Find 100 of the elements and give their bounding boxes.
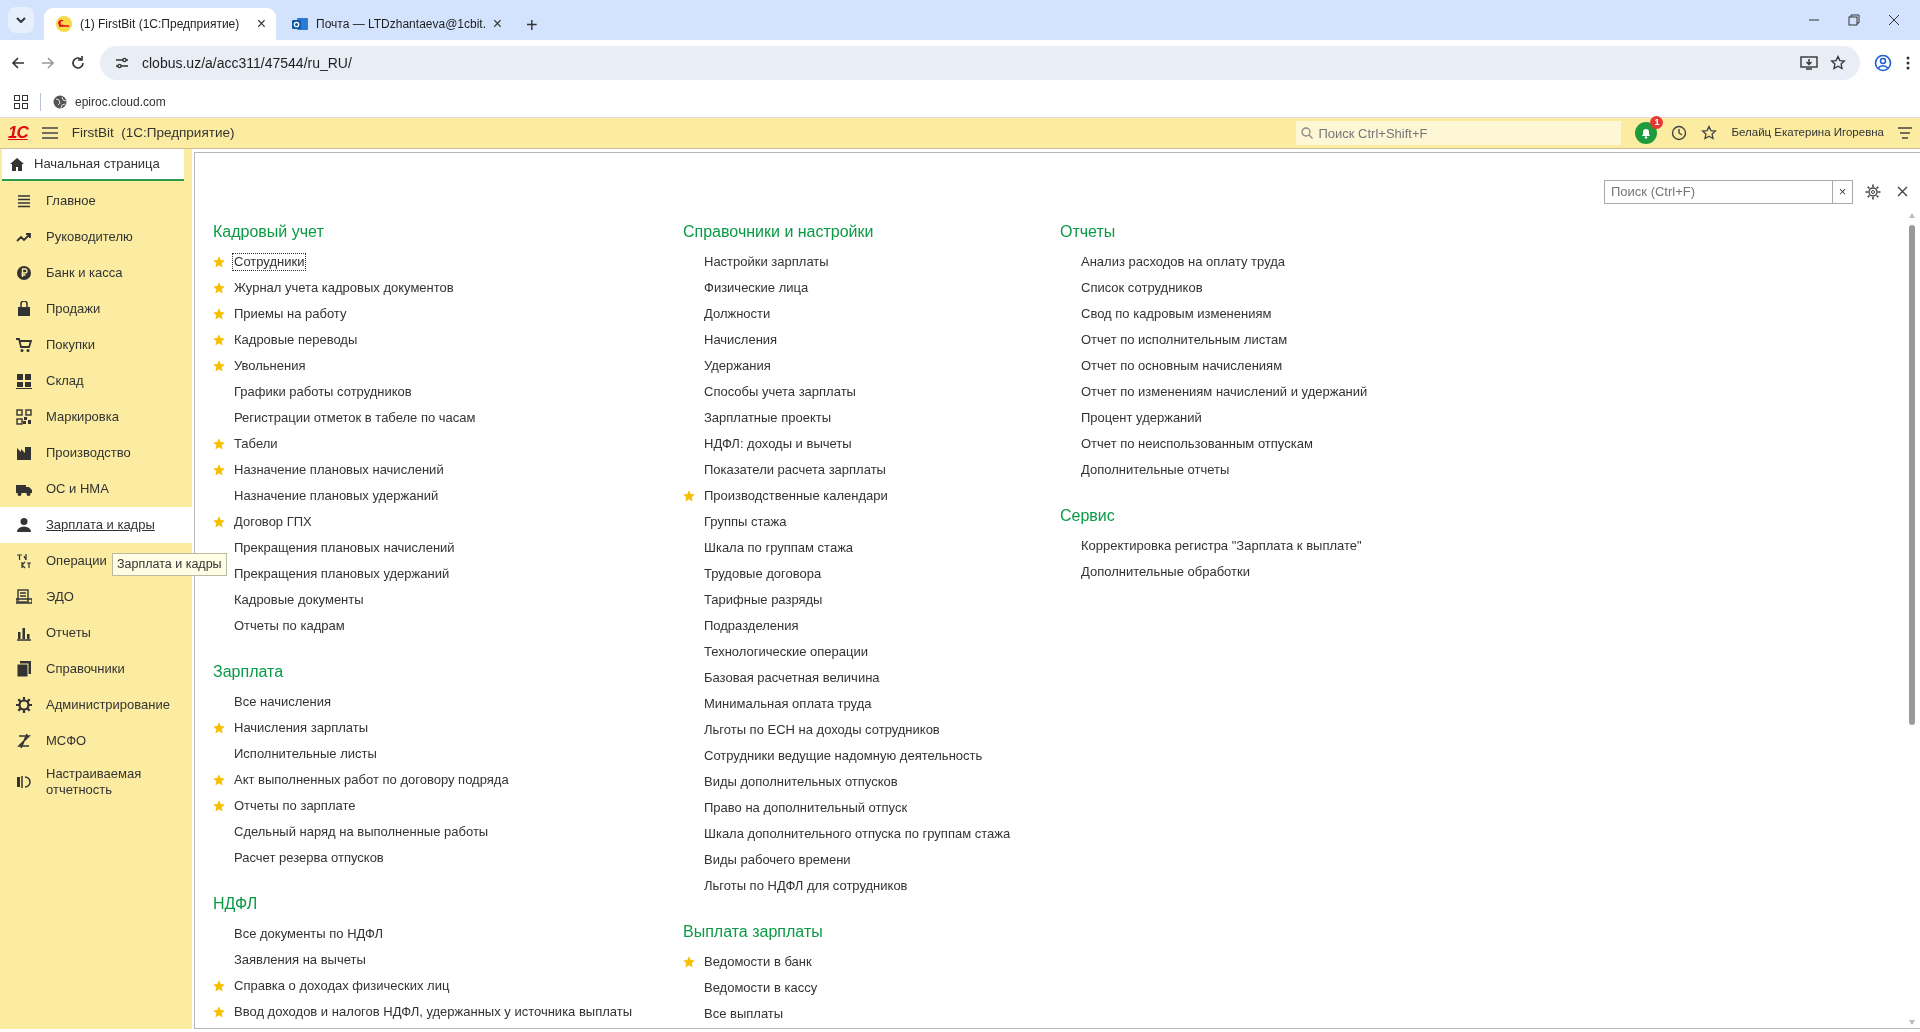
menu-link[interactable]: Должности <box>702 305 773 323</box>
menu-link[interactable]: Расчет резерва отпусков <box>232 849 386 867</box>
restore-icon[interactable] <box>1848 14 1860 26</box>
menu-link[interactable]: Кадровые документы <box>232 591 366 609</box>
sidebar-item[interactable]: Зарплата и кадры <box>0 507 192 543</box>
menu-link[interactable]: Начисления <box>702 331 780 349</box>
main-menu-icon[interactable] <box>1898 127 1912 139</box>
menu-link[interactable]: Назначение плановых удержаний <box>232 487 441 505</box>
menu-link[interactable]: Список сотрудников <box>1079 279 1205 297</box>
menu-link[interactable]: Тарифные разряды <box>702 591 825 609</box>
home-tab[interactable]: Начальная страница <box>2 149 184 181</box>
menu-link[interactable]: Табели <box>232 435 280 453</box>
menu-link[interactable]: Увольнения <box>232 357 308 375</box>
close-tab-button[interactable]: × <box>256 16 266 32</box>
menu-link[interactable]: Минимальная оплата труда <box>702 695 874 713</box>
menu-link[interactable]: Технологические операции <box>702 643 870 661</box>
sidebar-item[interactable]: МСФО <box>0 723 192 759</box>
menu-link[interactable]: Свод по кадровым изменениям <box>1079 305 1274 323</box>
bookmark-link[interactable]: epiroc.cloud.com <box>53 92 166 111</box>
menu-link[interactable]: Подразделения <box>702 617 801 635</box>
menu-link[interactable]: Ведомости в банк <box>702 953 814 971</box>
sidebar-item[interactable]: Руководителю <box>0 219 192 255</box>
menu-link[interactable]: Производственные календари <box>702 487 890 505</box>
menu-link[interactable]: Графики работы сотрудников <box>232 383 414 401</box>
reload-icon[interactable] <box>70 55 86 71</box>
sidebar-item[interactable]: Производство <box>0 435 192 471</box>
menu-link[interactable]: Назначение плановых начислений <box>232 461 446 479</box>
menu-link[interactable]: Все выплаты <box>702 1005 786 1023</box>
sidebar-item[interactable]: Склад <box>0 363 192 399</box>
menu-link[interactable]: Льготы по ЕСН на доходы сотрудников <box>702 721 942 739</box>
site-settings-icon[interactable] <box>114 55 130 71</box>
menu-link[interactable]: Начисления зарплаты <box>232 719 371 737</box>
menu-link[interactable]: Прекращения плановых удержаний <box>232 565 452 583</box>
scrollbar-drawing[interactable] <box>1908 213 1916 1025</box>
install-icon[interactable] <box>1800 55 1818 71</box>
menu-link[interactable]: Процент удержаний <box>1079 409 1204 427</box>
menu-link[interactable]: Группы стажа <box>702 513 789 531</box>
sidebar-item[interactable]: ЭДО <box>0 579 192 615</box>
sidebar-item[interactable]: Настраиваемая отчетность <box>0 759 192 805</box>
menu-link[interactable]: Шкала дополнительного отпуска по группам стажа <box>702 825 1013 843</box>
menu-link[interactable]: Анализ расходов на оплату труда <box>1079 253 1288 271</box>
search-field[interactable]: Поиск (Ctrl+F) <box>1604 179 1833 204</box>
sidebar-item[interactable]: Администрирование <box>0 687 192 723</box>
menu-link[interactable]: Дополнительные обработки <box>1079 563 1252 581</box>
menu-link[interactable]: НДФЛ: доходы и вычеты <box>702 435 854 453</box>
menu-link[interactable]: Показатели расчета зарплаты <box>702 461 888 479</box>
tab-list-button[interactable] <box>8 7 34 33</box>
menu-link[interactable]: Отчет по основным начислениям <box>1079 357 1285 375</box>
menu-link[interactable]: Сотрудники <box>232 253 307 271</box>
more-icon[interactable] <box>1906 55 1910 71</box>
history-icon[interactable] <box>1671 125 1688 141</box>
menu-link[interactable]: Регистрации отметок в табеле по часам <box>232 409 478 427</box>
menu-link[interactable]: Отчет по исполнительным листам <box>1079 331 1290 349</box>
menu-link[interactable]: Право на дополнительный отпуск <box>702 799 910 817</box>
apps-grid-icon[interactable] <box>14 94 28 109</box>
menu-link[interactable]: Отчеты по зарплате <box>232 797 358 815</box>
search-field[interactable]: Поиск Ctrl+Shift+F <box>1296 121 1622 145</box>
menu-link[interactable]: Отчеты по кадрам <box>232 617 347 635</box>
menu-link[interactable]: Удержания <box>702 357 773 375</box>
menu-link[interactable]: Льготы по НДФЛ для сотрудников <box>702 877 910 895</box>
menu-link[interactable]: Настройки зарплаты <box>702 253 831 271</box>
close-icon[interactable] <box>1888 14 1900 26</box>
menu-link[interactable]: Шкала по группам стажа <box>702 539 856 557</box>
menu-link[interactable]: Базовая расчетная величина <box>702 669 882 687</box>
favorites-star-icon[interactable] <box>1701 125 1718 141</box>
menu-link[interactable]: Корректировка регистра "Зарплата к выплате" <box>1079 537 1364 555</box>
sidebar-item[interactable]: Банк и касса <box>0 255 192 291</box>
sidebar-item[interactable]: ОС и НМА <box>0 471 192 507</box>
menu-link[interactable]: Ввод доходов и налогов НДФЛ, удержанных у источника выплаты <box>232 1003 635 1021</box>
menu-link[interactable]: Все начисления <box>232 693 333 711</box>
menu-link[interactable]: Исполнительные листы <box>232 745 379 763</box>
menu-link[interactable]: Приемы на работу <box>232 305 349 323</box>
menu-link[interactable]: Физические лица <box>702 279 811 297</box>
clear-button[interactable]: × <box>1833 179 1853 204</box>
menu-link[interactable]: Виды дополнительных отпусков <box>702 773 900 791</box>
menu-link[interactable]: Кадровые переводы <box>232 331 360 349</box>
menu-link[interactable]: Отчет по неиспользованным отпускам <box>1079 435 1315 453</box>
sidebar-item[interactable]: Маркировка <box>0 399 192 435</box>
profile-icon[interactable] <box>1874 54 1892 72</box>
close-tab-button[interactable]: × <box>492 16 502 32</box>
user-name[interactable]: Белайц Екатерина Игоревна <box>1731 124 1884 142</box>
menu-link[interactable]: Отчет по изменениям начислений и удержаний <box>1079 383 1370 401</box>
menu-link[interactable]: Договор ГПХ <box>232 513 314 531</box>
menu-link[interactable]: Акт выполненных работ по договору подряда <box>232 771 511 789</box>
settings-icon[interactable] <box>1865 183 1881 200</box>
menu-link[interactable]: Дополнительные отчеты <box>1079 461 1232 479</box>
menu-link[interactable]: Прекращения плановых начислений <box>232 539 457 557</box>
menu-link[interactable]: Сдельный наряд на выполненные работы <box>232 823 491 841</box>
address-bar[interactable]: clobus.uz/a/acc311/47544/ru_RU/ <box>100 46 1860 80</box>
sidebar-item[interactable]: Главное <box>0 183 192 219</box>
menu-link[interactable]: Сотрудники ведущие надомную деятельность <box>702 747 985 765</box>
menu-link[interactable]: Трудовые договора <box>702 565 824 583</box>
browser-tab[interactable]: Почта — LTDzhantaeva@1cbit. × <box>280 8 512 40</box>
menu-link[interactable]: Зарплатные проекты <box>702 409 834 427</box>
menu-link[interactable]: Журнал учета кадровых документов <box>232 279 456 297</box>
back-icon[interactable] <box>10 55 26 71</box>
sidebar-item[interactable]: Отчеты <box>0 615 192 651</box>
menu-link[interactable]: Виды рабочего времени <box>702 851 853 869</box>
menu-link[interactable]: Способы учета зарплаты <box>702 383 858 401</box>
menu-link[interactable]: Справка о доходах физических лиц <box>232 977 452 995</box>
